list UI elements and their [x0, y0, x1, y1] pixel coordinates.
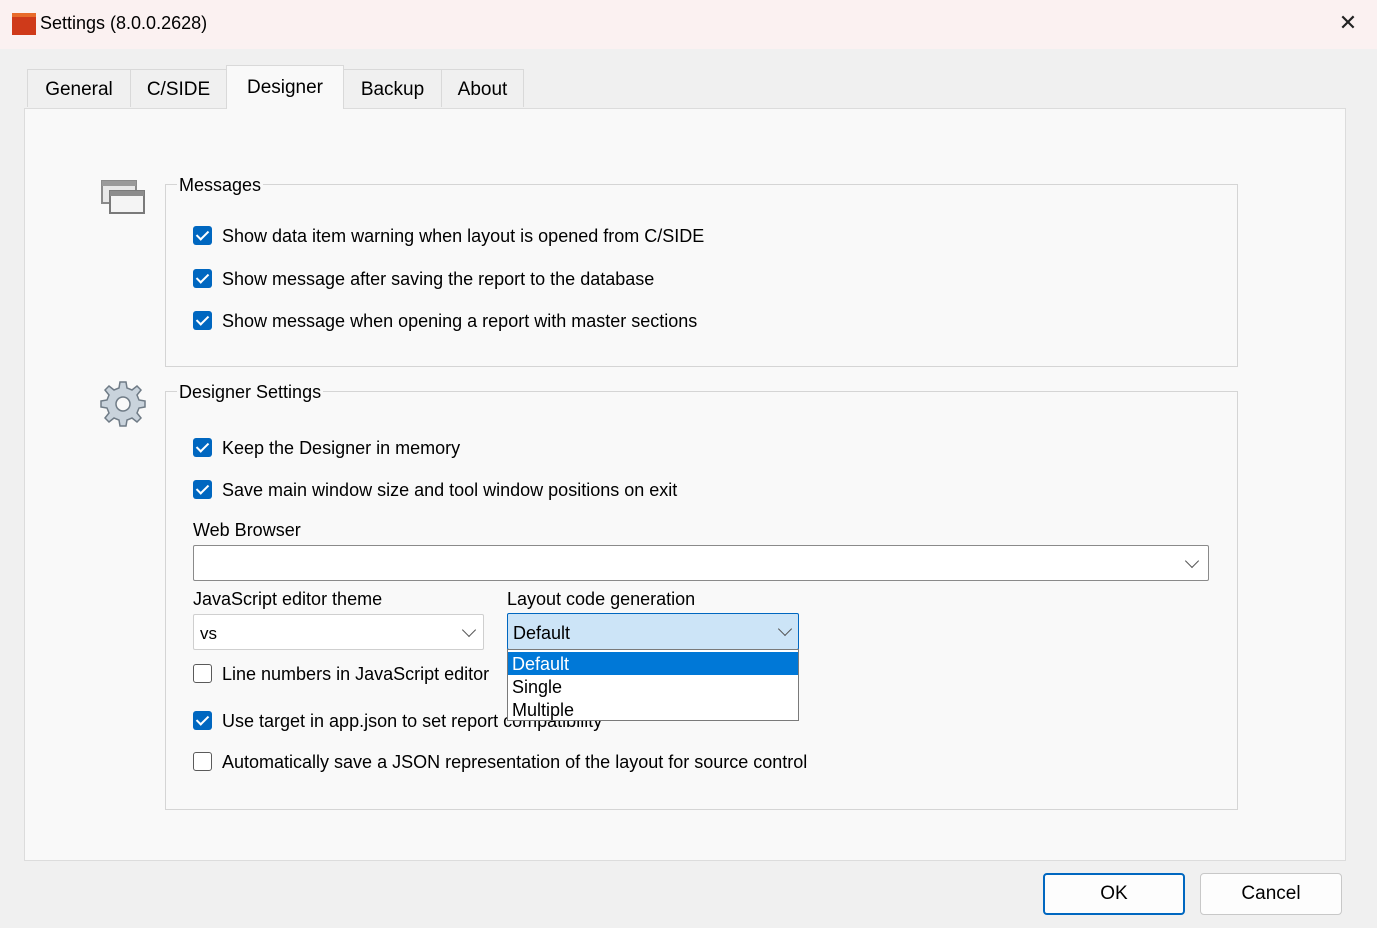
tab-designer[interactable]: Designer [226, 65, 344, 109]
tab-general[interactable]: General [27, 69, 131, 107]
tab-backup[interactable]: Backup [343, 69, 442, 107]
checkbox-label: Automatically save a JSON representation… [222, 752, 808, 772]
dropdown-option-single[interactable]: Single [508, 675, 798, 698]
checkbox-master-sections[interactable] [193, 311, 212, 330]
js-theme-select[interactable]: vs [193, 614, 484, 650]
checkbox-label: Save main window size and tool window po… [222, 480, 678, 500]
web-browser-label: Web Browser [193, 520, 301, 540]
tab-about[interactable]: About [441, 69, 524, 107]
chevron-down-icon [1184, 553, 1200, 569]
app-icon [12, 13, 36, 35]
checkbox-use-target[interactable] [193, 711, 212, 730]
designer-settings-legend: Designer Settings [177, 382, 324, 403]
checkbox-auto-save-json[interactable] [193, 752, 212, 771]
cancel-button[interactable]: Cancel [1200, 873, 1342, 915]
dropdown-option-default[interactable]: Default [508, 652, 798, 675]
js-theme-label: JavaScript editor theme [193, 589, 383, 609]
checkbox-label: Show data item warning when layout is op… [222, 226, 705, 246]
checkbox-label: Line numbers in JavaScript editor [222, 664, 490, 684]
js-theme-value: vs [200, 624, 217, 643]
layout-codegen-dropdown-list: Default Single Multiple [507, 649, 799, 721]
close-button[interactable]: ✕ [1330, 8, 1366, 40]
checkbox-label: Keep the Designer in memory [222, 438, 461, 458]
layout-codegen-label: Layout code generation [507, 589, 696, 609]
layout-codegen-value: Default [513, 623, 571, 643]
windows-icon [101, 178, 147, 218]
dropdown-option-multiple[interactable]: Multiple [508, 698, 798, 721]
web-browser-select[interactable] [193, 545, 1209, 581]
checkbox-label: Show message when opening a report with … [222, 311, 698, 331]
checkbox-save-message[interactable] [193, 269, 212, 288]
layout-codegen-select[interactable]: Default [507, 613, 799, 650]
messages-legend: Messages [177, 175, 264, 196]
checkbox-layout-warning[interactable] [193, 226, 212, 245]
window-title: Settings (8.0.0.2628) [40, 13, 208, 33]
ok-button[interactable]: OK [1043, 873, 1185, 915]
checkbox-save-window[interactable] [193, 480, 212, 499]
tab-cside[interactable]: C/SIDE [130, 69, 227, 107]
gear-icon [98, 379, 148, 429]
chevron-down-icon [461, 622, 477, 638]
checkbox-label: Show message after saving the report to … [222, 269, 655, 289]
checkbox-line-numbers[interactable] [193, 664, 212, 683]
chevron-down-icon [777, 621, 793, 637]
checkbox-keep-in-memory[interactable] [193, 438, 212, 457]
